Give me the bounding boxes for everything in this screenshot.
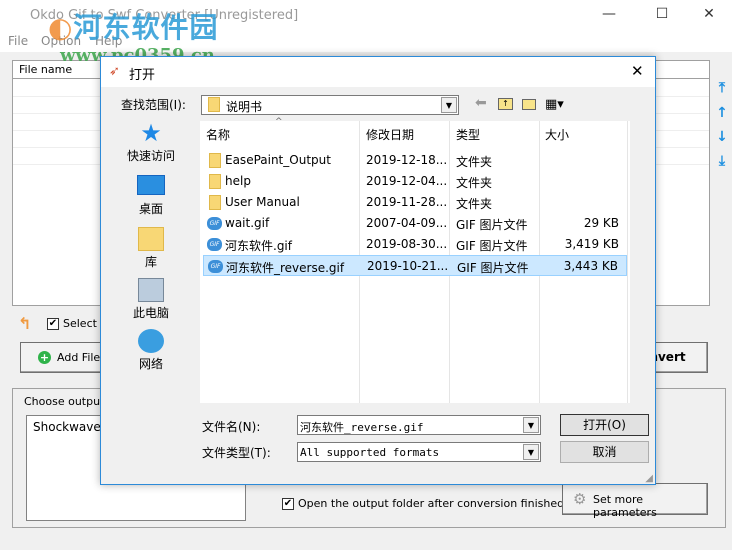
file-row[interactable]: help 2019-12-04... 文件夹 [203,171,627,192]
file-date: 2019-11-28... [366,195,448,209]
file-size: 3,443 KB [563,259,618,273]
dialog-file-list[interactable]: ^ 名称 修改日期 类型 大小 EasePaint_Output 2019-12-… [200,117,630,403]
select-all-checkbox[interactable]: ✔ [47,318,59,330]
file-size: 29 KB [583,216,619,230]
set-more-parameters-label: Set more parameters [593,493,657,519]
view-menu-icon[interactable]: ▦▾ [545,97,564,112]
folder-icon [209,153,221,168]
look-in-combo[interactable]: 说明书 ▼ [201,95,459,115]
open-button[interactable]: 打开(O) [560,414,649,436]
filetype-value: All supported formats [300,446,440,459]
chevron-down-icon[interactable]: ▼ [523,444,539,460]
star-icon: ★ [140,119,162,147]
add-files-label: Add Files [57,351,106,364]
file-row[interactable]: User Manual 2019-11-28... 文件夹 [203,192,627,213]
folder-icon [209,195,221,210]
place-network[interactable]: 网络 [113,329,189,372]
file-date: 2019-08-30... [366,237,448,251]
resize-grip[interactable]: ◢ [645,473,653,484]
move-down-icon[interactable]: ↓ [715,129,729,145]
column-name[interactable]: 名称 [206,126,230,143]
look-in-label: 查找范围(I): [121,98,186,112]
folder-icon [208,97,220,112]
dialog-title: 打开 [129,68,156,83]
file-type: GIF 图片文件 [456,239,528,253]
file-type: 文件夹 [456,197,493,211]
place-quick-access[interactable]: ★ 快速访问 [113,121,189,164]
desktop-icon [137,175,165,195]
file-name: help [225,174,251,188]
cancel-button[interactable]: 取消 [560,441,649,463]
file-size: 3,419 KB [564,237,619,251]
file-type: GIF 图片文件 [457,261,529,275]
place-this-pc[interactable]: 此电脑 [113,278,189,321]
app-icon: ➶ [109,64,120,79]
open-dialog: ➶ 打开 ✕ 查找范围(I): 说明书 ▼ ⬅ ↑ ▦▾ ★ 快速访问 桌面 库 … [100,56,656,485]
place-libraries[interactable]: 库 [113,227,189,270]
open-folder-label: Open the output folder after conversion … [298,497,565,510]
parent-folder-icon[interactable]: ↰ [18,314,31,333]
filename-value: 河东软件_reverse.gif [300,421,424,434]
gif-file-icon: GIF [207,217,222,230]
add-icon: + [38,351,51,364]
file-name: wait.gif [225,216,270,230]
new-folder-icon[interactable] [522,99,536,110]
column-date[interactable]: 修改日期 [366,126,414,143]
menu-file[interactable]: File [8,34,28,48]
up-folder-icon[interactable]: ↑ [498,98,513,110]
file-date: 2019-10-21... [367,259,449,273]
file-name: 河东软件_reverse.gif [226,261,345,275]
dialog-close-button[interactable]: ✕ [631,62,644,80]
move-bottom-icon[interactable]: ⤓ [715,153,729,169]
file-date: 2019-12-18... [366,153,448,167]
maximize-button[interactable]: ☐ [647,6,677,22]
sort-ascending-icon: ^ [275,117,283,127]
file-row[interactable]: GIF 河东软件.gif 2019-08-30... GIF 图片文件 3,419 KB [203,234,627,255]
gif-file-icon: GIF [207,238,222,251]
computer-icon [138,278,164,302]
file-name: User Manual [225,195,300,209]
close-button[interactable]: ✕ [694,6,724,22]
back-icon[interactable]: ⬅ [475,95,487,111]
file-type: GIF 图片文件 [456,218,528,232]
file-name: 河东软件.gif [225,239,292,253]
file-date: 2019-12-04... [366,174,448,188]
column-size[interactable]: 大小 [545,126,569,143]
filetype-label: 文件类型(T): [202,446,271,460]
format-item-shockwave[interactable]: Shockwave [33,420,101,434]
minimize-button[interactable]: — [594,6,624,22]
file-type: 文件夹 [456,176,493,190]
filename-label: 文件名(N): [202,420,261,434]
file-row[interactable]: GIF 河东软件_reverse.gif 2019-10-21... GIF 图片文件… [203,255,627,276]
gif-file-icon: GIF [208,260,223,273]
gear-icon: ⚙ [573,490,587,508]
library-icon [138,227,164,251]
move-up-icon[interactable]: ↑ [715,105,729,121]
filename-input[interactable]: 河东软件_reverse.gif ▼ [297,415,541,435]
filetype-combo[interactable]: All supported formats ▼ [297,442,541,462]
file-name: EasePaint_Output [225,153,331,167]
file-type: 文件夹 [456,155,493,169]
open-folder-checkbox[interactable]: ✔ [282,498,294,510]
folder-icon [209,174,221,189]
file-date: 2007-04-09... [366,216,448,230]
chevron-down-icon[interactable]: ▼ [523,417,539,433]
chevron-down-icon[interactable]: ▼ [441,97,457,113]
place-desktop[interactable]: 桌面 [113,175,189,217]
network-icon [138,329,164,353]
column-type[interactable]: 类型 [456,126,480,143]
move-top-icon[interactable]: ⤒ [715,80,729,96]
look-in-value: 说明书 [226,100,263,114]
watermark-logo: ◐河东软件园 [48,11,219,44]
set-more-parameters-button[interactable]: ⚙ Set more parameters [562,483,708,519]
dialog-title-bar [101,57,655,87]
file-row[interactable]: EasePaint_Output 2019-12-18... 文件夹 [203,150,627,171]
file-row[interactable]: GIF wait.gif 2007-04-09... GIF 图片文件 29 KB [203,213,627,234]
